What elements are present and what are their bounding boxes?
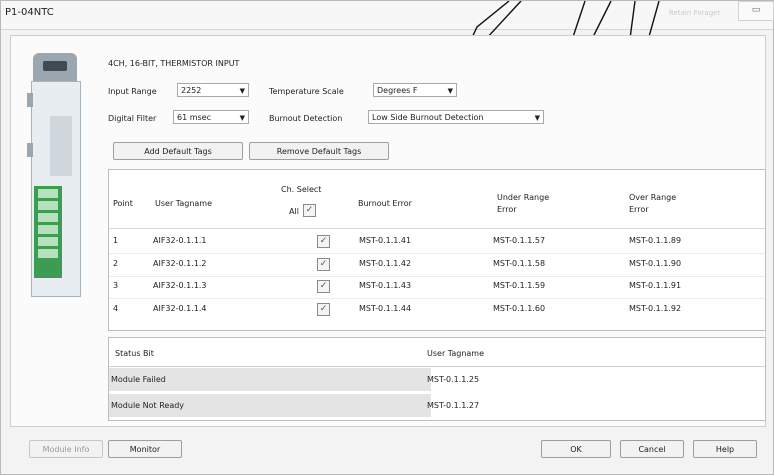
- help-button[interactable]: Help: [693, 440, 757, 458]
- input-range-select[interactable]: 2252 ▼: [177, 83, 249, 97]
- chevron-down-icon: ▼: [239, 114, 245, 122]
- chevron-down-icon: ▼: [534, 114, 540, 122]
- row-tagname[interactable]: AIF32-0.1.1.4: [153, 304, 207, 313]
- restore-button[interactable]: ▭: [738, 1, 774, 21]
- digital-filter-select[interactable]: 61 msec ▼: [173, 110, 249, 124]
- status-bit-tag[interactable]: MST-0.1.1.27: [427, 394, 479, 417]
- row-burnout-error[interactable]: MST-0.1.1.44: [359, 304, 411, 313]
- burnout-detection-label: Burnout Detection: [269, 114, 343, 123]
- header-all: All: [289, 207, 299, 216]
- header-status-bit: Status Bit: [115, 349, 154, 358]
- temperature-scale-label: Temperature Scale: [269, 87, 344, 96]
- row-burnout-error[interactable]: MST-0.1.1.41: [359, 236, 411, 245]
- remove-default-tags-button[interactable]: Remove Default Tags: [249, 142, 389, 160]
- module-body: [31, 81, 81, 297]
- row-under-range-error[interactable]: MST-0.1.1.59: [493, 281, 545, 290]
- header-over-range-2: Error: [629, 205, 649, 214]
- status-bit-tag[interactable]: MST-0.1.1.25: [427, 368, 479, 391]
- channel-table-header: Point User Tagname Ch. Select All ✓ Burn…: [109, 170, 765, 229]
- cancel-button[interactable]: Cancel: [620, 440, 684, 458]
- header-ch-select: Ch. Select: [281, 185, 322, 194]
- row-tagname[interactable]: AIF32-0.1.1.2: [153, 259, 207, 268]
- header-under-range-1: Under Range: [497, 193, 550, 202]
- header-over-range-1: Over Range: [629, 193, 677, 202]
- row-point: 4: [113, 304, 119, 313]
- header-point: Point: [113, 199, 133, 208]
- row-point: 3: [113, 281, 119, 290]
- row-point: 1: [113, 236, 119, 245]
- temperature-scale-select[interactable]: Degrees F ▼: [373, 83, 457, 97]
- row-over-range-error[interactable]: MST-0.1.1.89: [629, 236, 681, 245]
- input-range-label: Input Range: [108, 87, 157, 96]
- row-burnout-error[interactable]: MST-0.1.1.42: [359, 259, 411, 268]
- monitor-button[interactable]: Monitor: [108, 440, 182, 458]
- module-description: 4CH, 16-BIT, THERMISTOR INPUT: [108, 59, 240, 68]
- ok-button[interactable]: OK: [541, 440, 611, 458]
- chevron-down-icon: ▼: [447, 87, 453, 95]
- status-row: Module Not Ready MST-0.1.1.27: [109, 394, 765, 418]
- status-table-header: Status Bit User Tagname: [109, 338, 765, 367]
- status-bit-name: Module Not Ready: [109, 394, 431, 417]
- module-top-cap: [33, 53, 77, 83]
- add-default-tags-button[interactable]: Add Default Tags: [113, 142, 243, 160]
- terminal-block: [34, 186, 62, 278]
- header-status-user-tagname: User Tagname: [427, 349, 485, 358]
- burnout-detection-select[interactable]: Low Side Burnout Detection ▼: [368, 110, 544, 124]
- row-point: 2: [113, 259, 119, 268]
- row-over-range-error[interactable]: MST-0.1.1.91: [629, 281, 681, 290]
- window-title: P1-04NTC: [5, 7, 54, 18]
- row-over-range-error[interactable]: MST-0.1.1.90: [629, 259, 681, 268]
- row-under-range-error[interactable]: MST-0.1.1.58: [493, 259, 545, 268]
- status-row: Module Failed MST-0.1.1.25: [109, 368, 765, 392]
- select-all-checkbox[interactable]: ✓: [303, 204, 316, 217]
- row-select-checkbox[interactable]: ✓: [317, 280, 330, 293]
- module-image: [27, 53, 83, 299]
- channel-table: Point User Tagname Ch. Select All ✓ Burn…: [108, 169, 766, 331]
- header-under-range-2: Error: [497, 205, 517, 214]
- row-tagname[interactable]: AIF32-0.1.1.1: [153, 236, 207, 245]
- input-range-value: 2252: [181, 86, 202, 95]
- digital-filter-label: Digital Filter: [108, 114, 157, 123]
- header-burnout-error: Burnout Error: [358, 199, 412, 208]
- row-select-checkbox[interactable]: ✓: [317, 235, 330, 248]
- row-select-checkbox[interactable]: ✓: [317, 303, 330, 316]
- digital-filter-value: 61 msec: [177, 113, 212, 122]
- status-bit-table: Status Bit User Tagname Module Failed MS…: [108, 337, 766, 421]
- module-info-button[interactable]: Module Info: [29, 440, 103, 458]
- status-bit-name: Module Failed: [109, 368, 431, 391]
- row-over-range-error[interactable]: MST-0.1.1.92: [629, 304, 681, 313]
- burnout-detection-value: Low Side Burnout Detection: [372, 113, 484, 122]
- config-window: P1-04NTC Retain Foraget ▭ 4CH, 16-BIT, T…: [0, 0, 774, 475]
- temperature-scale-value: Degrees F: [377, 86, 418, 95]
- row-under-range-error[interactable]: MST-0.1.1.57: [493, 236, 545, 245]
- row-under-range-error[interactable]: MST-0.1.1.60: [493, 304, 545, 313]
- row-burnout-error[interactable]: MST-0.1.1.43: [359, 281, 411, 290]
- chevron-down-icon: ▼: [239, 87, 245, 95]
- window-title-faint: Retain Foraget: [669, 9, 721, 17]
- title-bar: P1-04NTC Retain Foraget ▭: [1, 1, 774, 30]
- row-tagname[interactable]: AIF32-0.1.1.3: [153, 281, 207, 290]
- header-user-tagname: User Tagname: [155, 199, 213, 208]
- row-select-checkbox[interactable]: ✓: [317, 258, 330, 271]
